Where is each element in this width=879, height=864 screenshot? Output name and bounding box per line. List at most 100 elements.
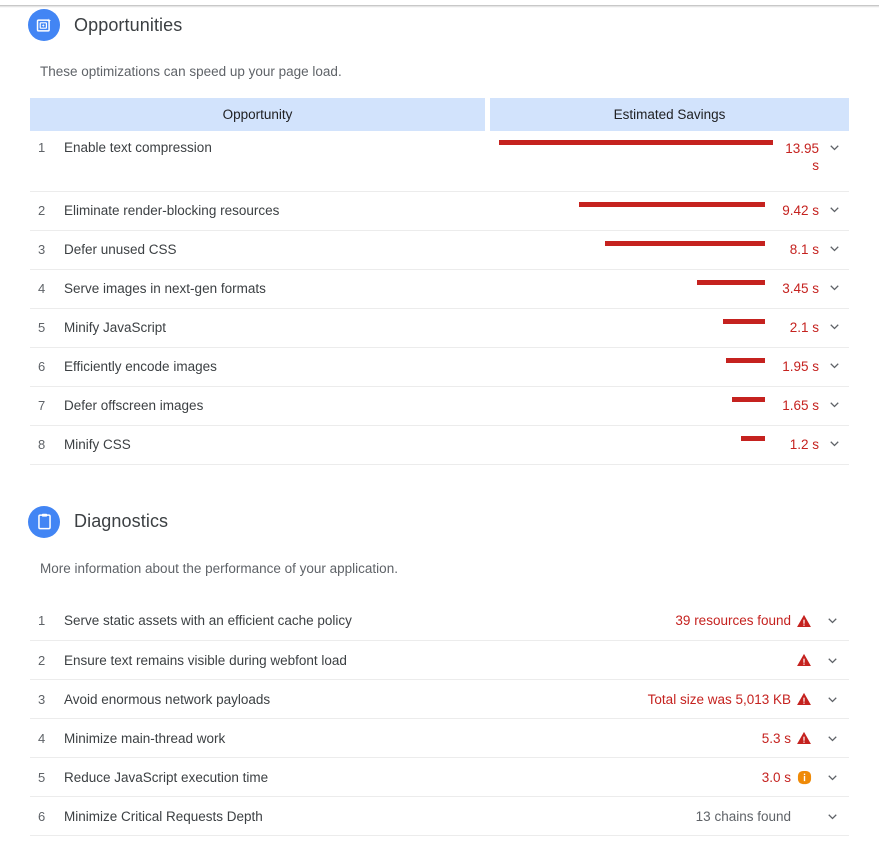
savings-bar bbox=[732, 397, 765, 402]
error-warning-triangle-icon bbox=[791, 691, 817, 707]
opportunity-savings-value: 2.1 s bbox=[789, 320, 819, 335]
savings-bar-track bbox=[490, 358, 773, 363]
opportunity-row-index: 5 bbox=[38, 320, 46, 335]
savings-bar bbox=[741, 436, 765, 441]
opportunity-row-title: Serve images in next-gen formats bbox=[64, 281, 266, 296]
opportunities-section: Opportunities These optimizations can sp… bbox=[0, 5, 879, 465]
diagnostic-row[interactable]: 6 Minimize Critical Requests Depth 13 chai… bbox=[30, 797, 849, 836]
opportunity-row-savings-cell: 9.42 s bbox=[490, 191, 849, 230]
error-warning-triangle-icon bbox=[791, 652, 817, 668]
savings-bar bbox=[723, 319, 765, 324]
diagnostic-value: 3.0 s bbox=[761, 769, 791, 785]
diagnostic-value: Total size was 5,013 KB bbox=[647, 691, 791, 707]
opportunity-row-index: 3 bbox=[38, 242, 46, 257]
opportunities-header: Opportunities bbox=[0, 5, 879, 45]
opportunity-row-index: 7 bbox=[38, 398, 46, 413]
opportunities-description: These optimizations can speed up your pa… bbox=[40, 64, 342, 79]
diagnostic-row-title: Serve static assets with an efficient ca… bbox=[64, 613, 352, 629]
savings-bar-track bbox=[490, 280, 773, 285]
clipboard-icon bbox=[28, 505, 60, 538]
opportunity-savings-value: 3.45 s bbox=[782, 281, 819, 296]
chevron-down-icon[interactable] bbox=[817, 692, 847, 707]
diagnostics-table: 1 Serve static assets with an efficient c… bbox=[30, 602, 849, 837]
diagnostic-row[interactable]: 4 Minimize main-thread work 5.3 s bbox=[30, 719, 849, 758]
opportunity-row-savings-cell: 13.95 s bbox=[490, 131, 849, 191]
diagnostic-value: 5.3 s bbox=[761, 730, 791, 746]
diagnostic-row-value-cell: Total size was 5,013 KB bbox=[490, 680, 849, 719]
opportunity-row[interactable]: 7 Defer offscreen images 1.65 s bbox=[30, 386, 849, 425]
diagnostics-title: Diagnostics bbox=[74, 511, 169, 531]
opportunity-savings-value: 1.95 s bbox=[782, 359, 819, 374]
opportunity-savings-value: 9.42 s bbox=[782, 203, 819, 218]
chevron-down-icon[interactable] bbox=[817, 809, 847, 824]
opportunities-title: Opportunities bbox=[74, 14, 183, 35]
diagnostic-row-index: 4 bbox=[38, 730, 46, 746]
chevron-down-icon[interactable] bbox=[819, 140, 849, 155]
savings-bar-track bbox=[490, 140, 781, 145]
diagnostic-row-value-cell: 3.0 s bbox=[490, 758, 849, 797]
opportunity-row[interactable]: 4 Serve images in next-gen formats 3.45 s bbox=[30, 269, 849, 308]
opportunity-row-title: Defer unused CSS bbox=[64, 242, 177, 257]
opportunity-row[interactable]: 1 Enable text compression 13.95 s bbox=[30, 131, 849, 191]
chevron-down-icon[interactable] bbox=[819, 319, 849, 334]
opportunity-row-title: Minify JavaScript bbox=[64, 320, 167, 335]
chevron-down-icon[interactable] bbox=[819, 436, 849, 451]
diagnostic-row-title: Reduce JavaScript execution time bbox=[64, 769, 269, 785]
chevron-down-icon[interactable] bbox=[819, 397, 849, 412]
diagnostic-row-value-cell: 13 chains found bbox=[490, 797, 849, 836]
savings-bar bbox=[605, 241, 765, 246]
savings-bar-track bbox=[490, 397, 773, 402]
chevron-down-icon[interactable] bbox=[817, 731, 847, 746]
diagnostic-row-value-cell: 39 resources found bbox=[490, 602, 849, 641]
diagnostic-value: 13 chains found bbox=[695, 808, 791, 824]
opportunities-table-body: 1 Enable text compression 13.95 s 2 Eliminat… bbox=[30, 131, 849, 464]
chevron-down-icon[interactable] bbox=[817, 770, 847, 785]
opportunity-row-savings-cell: 1.95 s bbox=[490, 347, 849, 386]
diagnostic-row[interactable]: 5 Reduce JavaScript execution time 3.0 s bbox=[30, 758, 849, 797]
opportunity-row-title: Defer offscreen images bbox=[64, 398, 204, 413]
opportunity-row-index: 6 bbox=[38, 359, 46, 374]
diagnostics-header: Diagnostics bbox=[0, 502, 879, 542]
opportunity-row[interactable]: 8 Minify CSS 1.2 s bbox=[30, 425, 849, 464]
opportunity-row-savings-cell: 3.45 s bbox=[490, 269, 849, 308]
opportunity-row-index: 1 bbox=[38, 140, 46, 155]
opportunity-row[interactable]: 6 Efficiently encode images 1.95 s bbox=[30, 347, 849, 386]
opportunity-row[interactable]: 2 Eliminate render-blocking resources 9.42… bbox=[30, 191, 849, 230]
opportunity-row-index: 8 bbox=[38, 437, 46, 452]
error-warning-triangle-icon bbox=[791, 730, 817, 746]
opportunity-savings-value: 1.65 s bbox=[782, 398, 819, 413]
chevron-down-icon[interactable] bbox=[819, 202, 849, 217]
diagnostic-row-title: Avoid enormous network payloads bbox=[64, 691, 271, 707]
diagnostics-table-body: 1 Serve static assets with an efficient c… bbox=[30, 602, 849, 836]
chevron-down-icon[interactable] bbox=[819, 241, 849, 256]
opportunity-row-title: Eliminate render-blocking resources bbox=[64, 203, 280, 218]
diagnostic-value: 39 resources found bbox=[675, 613, 791, 629]
opportunity-row[interactable]: 3 Defer unused CSS 8.1 s bbox=[30, 230, 849, 269]
opportunity-row-title: Efficiently encode images bbox=[64, 359, 217, 374]
diagnostic-row-value-cell: 5.3 s bbox=[490, 719, 849, 758]
opportunity-savings-value: 1.2 s bbox=[789, 437, 819, 452]
diagnostic-row[interactable]: 3 Avoid enormous network payloads Total si… bbox=[30, 680, 849, 719]
column-header-estimated-savings: Estimated Savings bbox=[490, 98, 849, 131]
opportunities-image-sparkle-icon bbox=[28, 9, 60, 41]
savings-bar-track bbox=[490, 319, 773, 324]
savings-bar-track bbox=[490, 436, 773, 441]
opportunity-row[interactable]: 5 Minify JavaScript 2.1 s bbox=[30, 308, 849, 347]
chevron-down-icon[interactable] bbox=[819, 280, 849, 295]
opportunity-savings-value: 8.1 s bbox=[789, 242, 819, 257]
chevron-down-icon[interactable] bbox=[819, 358, 849, 373]
chevron-down-icon[interactable] bbox=[817, 613, 847, 628]
savings-bar bbox=[499, 140, 773, 145]
diagnostic-row-title: Ensure text remains visible during webfo… bbox=[64, 652, 347, 668]
diagnostic-row-value-cell bbox=[490, 641, 849, 680]
column-header-opportunity: Opportunity bbox=[30, 98, 485, 131]
diagnostic-row[interactable]: 1 Serve static assets with an efficient c… bbox=[30, 602, 849, 641]
chevron-down-icon[interactable] bbox=[817, 653, 847, 668]
opportunity-savings-value: 13.95 s bbox=[785, 141, 819, 173]
savings-bar-track bbox=[490, 241, 773, 246]
diagnostic-row-title: Minimize Critical Requests Depth bbox=[64, 808, 263, 824]
diagnostic-row[interactable]: 2 Ensure text remains visible during webf… bbox=[30, 641, 849, 680]
opportunities-table-head: Opportunity Estimated Savings bbox=[30, 98, 849, 131]
opportunity-row-title: Minify CSS bbox=[64, 437, 131, 452]
